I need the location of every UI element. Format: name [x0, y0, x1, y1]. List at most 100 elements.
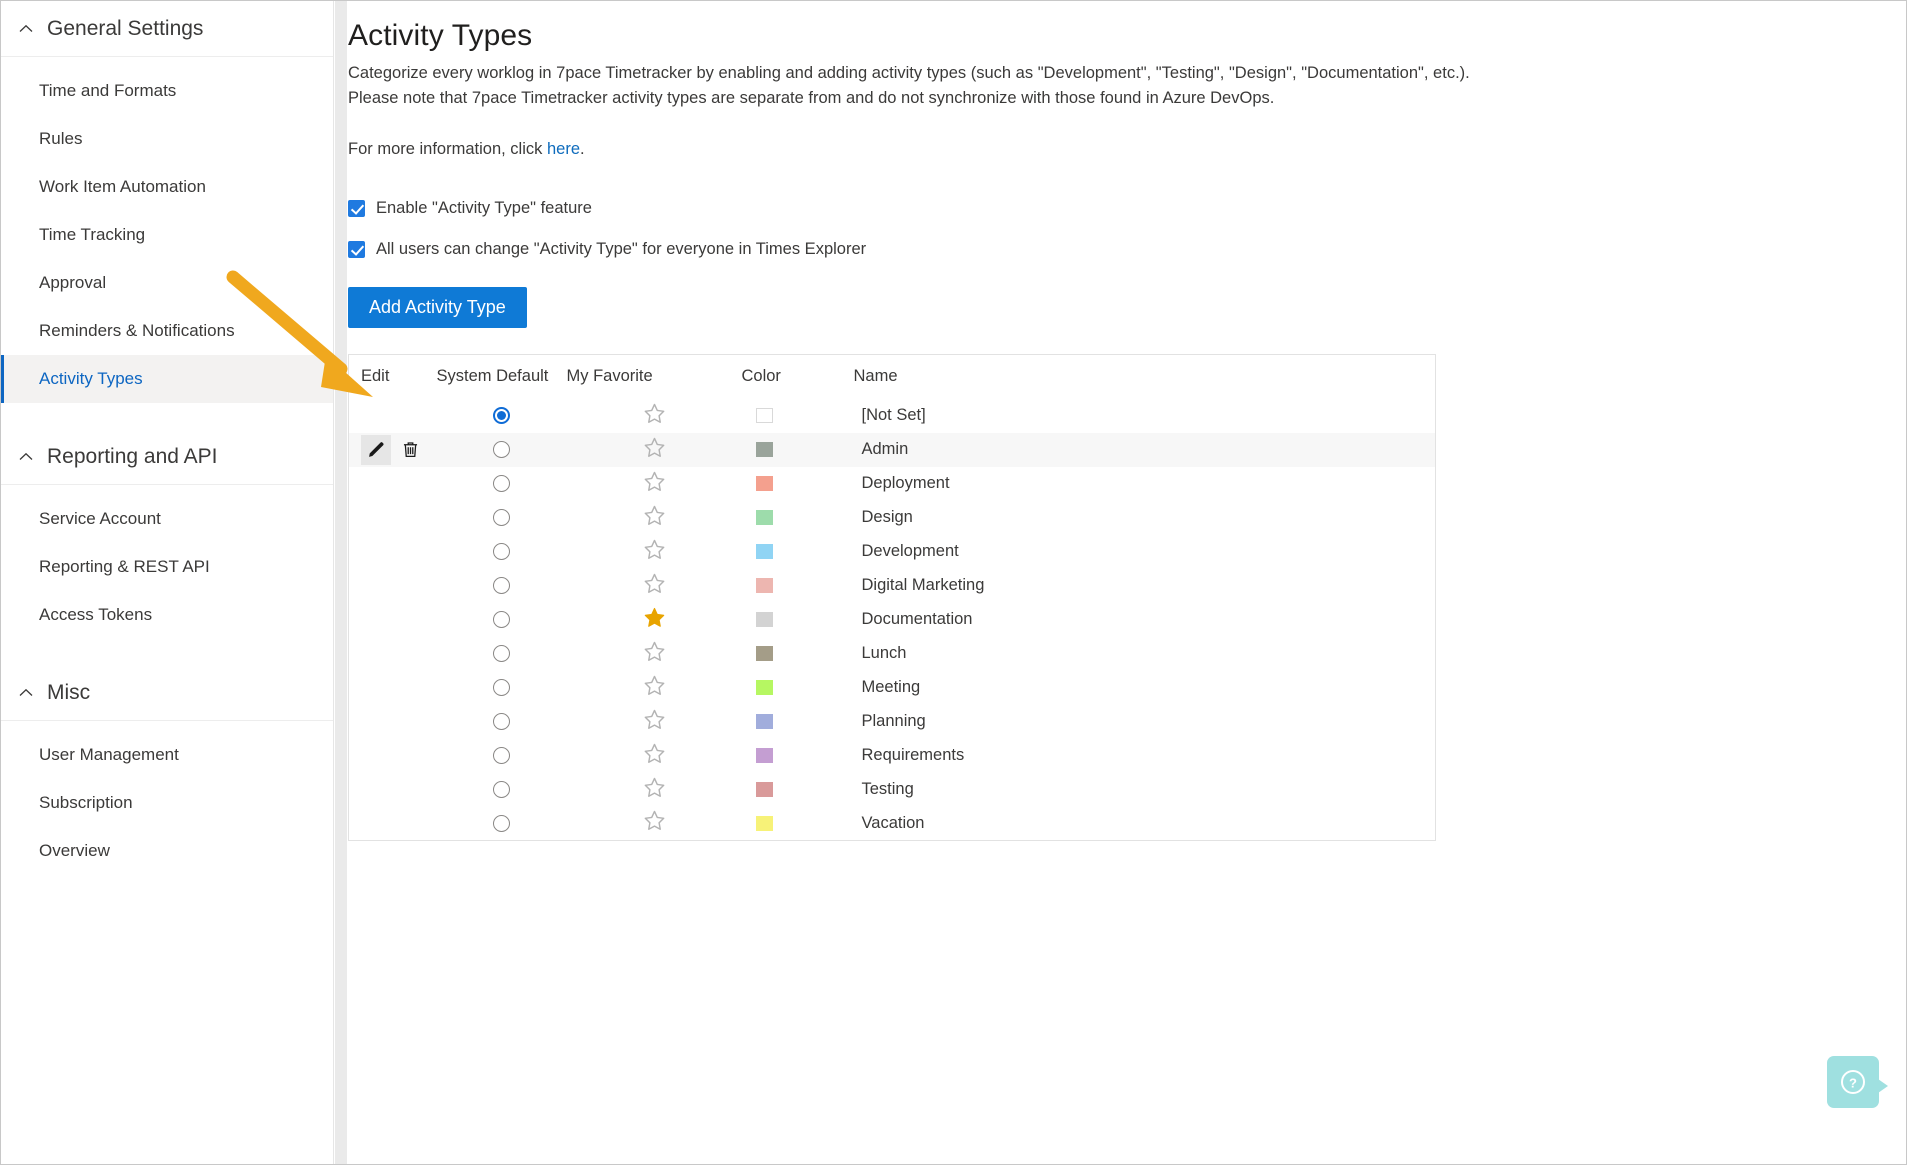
- activity-type-name: Documentation: [861, 610, 973, 628]
- favorite-star-outline-icon[interactable]: [643, 776, 666, 804]
- system-default-radio[interactable]: [493, 407, 510, 425]
- column-header-system-default: System Default: [436, 367, 549, 386]
- sidebar-item-work-item-automation[interactable]: Work Item Automation: [1, 163, 333, 211]
- color-swatch[interactable]: [755, 782, 773, 798]
- system-default-radio[interactable]: [493, 577, 510, 595]
- color-swatch[interactable]: [755, 510, 773, 526]
- favorite-star-outline-icon[interactable]: [643, 538, 666, 566]
- cell-color: [742, 603, 854, 637]
- system-default-radio[interactable]: [493, 509, 510, 527]
- help-button[interactable]: ?: [1827, 1056, 1888, 1108]
- cell-name: Documentation: [854, 603, 1436, 637]
- sidebar-item-time-tracking[interactable]: Time Tracking: [1, 211, 333, 259]
- system-default-radio[interactable]: [493, 747, 510, 765]
- table-header-row: Edit System Default My Favorite Color Na…: [349, 355, 1436, 399]
- sidebar-item-activity-types[interactable]: Activity Types: [1, 355, 333, 403]
- sidebar-item-subscription[interactable]: Subscription: [1, 779, 333, 827]
- table-row: [Not Set]: [349, 399, 1436, 433]
- nav-group-header-misc[interactable]: Misc: [1, 665, 333, 721]
- system-default-radio[interactable]: [493, 679, 510, 697]
- app-window: General Settings Time and Formats Rules Wor…: [0, 0, 1907, 1165]
- sidebar-item-approval[interactable]: Approval: [1, 259, 333, 307]
- sidebar-item-rules[interactable]: Rules: [1, 115, 333, 163]
- color-swatch[interactable]: [755, 815, 773, 831]
- activity-type-name: [Not Set]: [861, 406, 926, 424]
- activity-type-name: Digital Marketing: [861, 576, 985, 594]
- cell-color: [742, 535, 854, 569]
- system-default-radio[interactable]: [493, 543, 510, 561]
- color-swatch[interactable]: [755, 680, 773, 696]
- activity-type-name: Requirements: [861, 746, 965, 764]
- cell-color: [742, 807, 854, 841]
- color-swatch[interactable]: [755, 476, 773, 492]
- cell-name: Lunch: [854, 637, 1436, 671]
- cell-edit: [349, 603, 437, 637]
- cell-name: Admin: [853, 432, 1436, 467]
- table-row: Meeting: [349, 671, 1436, 705]
- cell-color: [742, 773, 854, 807]
- favorite-star-outline-icon[interactable]: [643, 674, 666, 702]
- favorite-star-outline-icon[interactable]: [643, 572, 666, 600]
- cell-name: Development: [854, 535, 1436, 569]
- sidebar-item-label: Time and Formats: [39, 81, 177, 100]
- system-default-radio[interactable]: [493, 611, 510, 629]
- system-default-radio[interactable]: [493, 713, 510, 731]
- activity-types-table: Edit System Default My Favorite Color Na…: [348, 354, 1436, 841]
- question-mark-icon: ?: [1841, 1070, 1865, 1094]
- cell-name: Requirements: [854, 739, 1436, 773]
- sidebar-item-label: Reporting & REST API: [39, 557, 210, 576]
- sidebar-item-label: Subscription: [39, 793, 133, 812]
- cell-system-default: [437, 773, 567, 807]
- nav-group-header-general-settings[interactable]: General Settings: [1, 1, 333, 57]
- favorite-star-outline-icon[interactable]: [643, 436, 666, 464]
- system-default-radio[interactable]: [493, 475, 510, 493]
- sidebar-item-reminders-notifications[interactable]: Reminders & Notifications: [1, 307, 333, 355]
- favorite-star-outline-icon[interactable]: [643, 402, 666, 430]
- nav-group-top-pad: [1, 721, 333, 731]
- color-swatch[interactable]: [755, 442, 773, 458]
- system-default-radio[interactable]: [493, 441, 510, 459]
- activity-type-name: Vacation: [861, 813, 925, 832]
- color-swatch[interactable]: [755, 714, 773, 730]
- more-info-link[interactable]: here: [547, 140, 580, 158]
- edit-pencil-icon[interactable]: [361, 434, 391, 465]
- sidebar-item-reporting-rest-api[interactable]: Reporting & REST API: [1, 543, 333, 591]
- favorite-star-outline-icon[interactable]: [643, 708, 666, 736]
- color-swatch[interactable]: [755, 544, 773, 560]
- favorite-star-outline-icon[interactable]: [643, 640, 666, 668]
- sidebar-item-service-account[interactable]: Service Account: [1, 495, 333, 543]
- sidebar-item-label: Activity Types: [39, 369, 143, 388]
- favorite-star-outline-icon[interactable]: [643, 809, 666, 837]
- system-default-radio[interactable]: [493, 814, 510, 832]
- favorite-star-outline-icon[interactable]: [643, 504, 666, 532]
- table-header: Edit System Default My Favorite Color Na…: [349, 355, 1436, 399]
- sidebar-item-overview[interactable]: Overview: [1, 827, 333, 875]
- color-swatch[interactable]: [755, 578, 773, 594]
- column-header-name: Name: [853, 367, 898, 386]
- favorite-star-outline-icon[interactable]: [643, 470, 666, 498]
- color-swatch[interactable]: [755, 748, 773, 764]
- color-swatch[interactable]: [755, 408, 773, 424]
- table-row: Lunch: [349, 637, 1436, 671]
- favorite-star-filled-icon[interactable]: [643, 606, 666, 634]
- sidebar-item-time-and-formats[interactable]: Time and Formats: [1, 67, 333, 115]
- main-content: Activity Types Categorize every worklog …: [348, 1, 1906, 1164]
- sidebar-scrollbar[interactable]: [335, 1, 347, 1164]
- delete-trash-icon[interactable]: [395, 435, 425, 465]
- system-default-radio[interactable]: [493, 781, 510, 799]
- color-swatch[interactable]: [755, 612, 773, 628]
- sidebar-item-label: User Management: [39, 745, 179, 764]
- favorite-star-outline-icon[interactable]: [643, 742, 666, 770]
- cell-system-default: [437, 467, 567, 501]
- cell-edit: [349, 569, 437, 603]
- cell-edit: [349, 467, 437, 501]
- sidebar-item-user-management[interactable]: User Management: [1, 731, 333, 779]
- system-default-radio[interactable]: [493, 645, 510, 663]
- cell-system-default: [437, 671, 567, 705]
- checkbox-0[interactable]: [348, 200, 365, 217]
- add-activity-type-button[interactable]: Add Activity Type: [348, 287, 527, 328]
- nav-group-header-reporting-and-api[interactable]: Reporting and API: [1, 429, 333, 485]
- sidebar-item-access-tokens[interactable]: Access Tokens: [1, 591, 333, 639]
- checkbox-1[interactable]: [348, 241, 365, 258]
- color-swatch[interactable]: [755, 646, 773, 662]
